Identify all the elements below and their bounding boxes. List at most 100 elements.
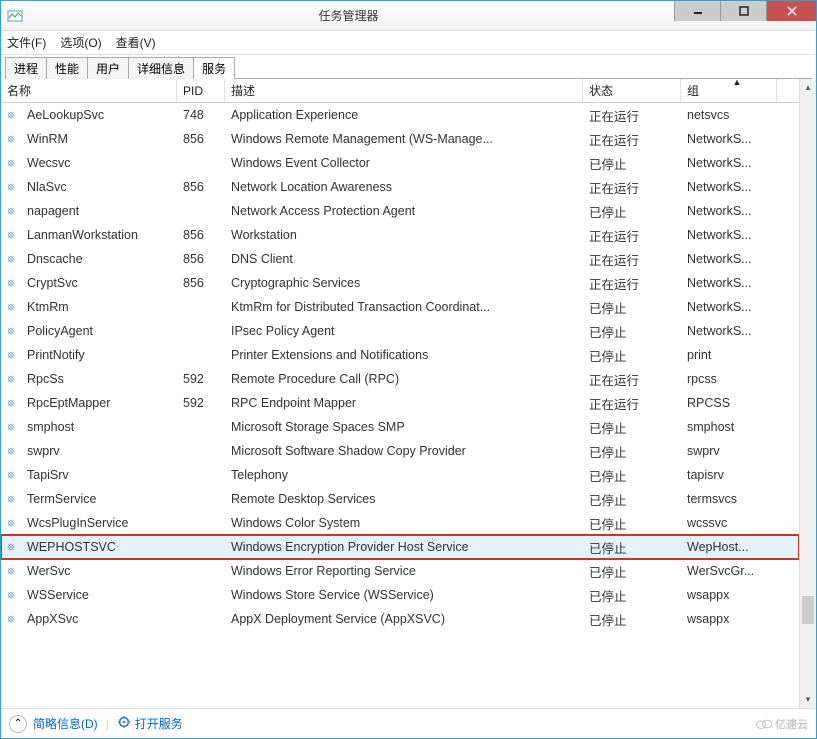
cell-status: 已停止 [583, 490, 681, 509]
cell-group: NetworkS... [681, 324, 777, 338]
cell-desc: KtmRm for Distributed Transaction Coordi… [225, 300, 583, 314]
table-row[interactable]: WerSvcWindows Error Reporting Service已停止… [1, 559, 799, 583]
cell-status: 已停止 [583, 418, 681, 437]
cell-pid: 592 [177, 372, 225, 386]
cell-group: NetworkS... [681, 204, 777, 218]
open-services-link[interactable]: 打开服务 [135, 715, 183, 732]
table-row[interactable]: napagent Network Access Protection Agent已… [1, 199, 799, 223]
cell-status: 正在运行 [583, 394, 681, 413]
tab-services[interactable]: 服务 [193, 57, 235, 79]
cell-status: 正在运行 [583, 250, 681, 269]
table-row[interactable]: TermServiceRemote Desktop Services已停止ter… [1, 487, 799, 511]
table-row[interactable]: RpcEptMapper592RPC Endpoint Mapper正在运行RP… [1, 391, 799, 415]
column-name[interactable]: 名称 [1, 79, 177, 102]
cell-pid: 856 [177, 276, 225, 290]
table-row[interactable]: PolicyAgentIPsec Policy Agent已停止NetworkS… [1, 319, 799, 343]
table-body: AeLookupSvc748Application Experience正在运行… [1, 103, 799, 708]
cell-status: 已停止 [583, 586, 681, 605]
cell-status: 已停止 [583, 298, 681, 317]
cell-name: RpcEptMapper [21, 396, 177, 410]
cell-name: NlaSvc [21, 180, 177, 194]
chevron-up-icon[interactable]: ⌃ [9, 715, 27, 733]
window-controls [674, 1, 816, 30]
cell-group: NetworkS... [681, 132, 777, 146]
brief-info-link[interactable]: 简略信息(D) [33, 715, 98, 732]
column-desc[interactable]: 描述 [225, 79, 583, 102]
scroll-up-icon[interactable]: ▴ [800, 79, 816, 96]
task-manager-window: 任务管理器 文件(F) 选项(O) 查看(V) 进程 性能 用户 详细信息 服务… [0, 0, 817, 739]
cell-name: WSService [21, 588, 177, 602]
column-status[interactable]: 状态 [583, 79, 681, 102]
table-row[interactable]: RpcSs592Remote Procedure Call (RPC)正在运行r… [1, 367, 799, 391]
cell-name: swprv [21, 444, 177, 458]
cell-status: 已停止 [583, 442, 681, 461]
vertical-scrollbar[interactable]: ▴ ▾ [799, 79, 816, 708]
menu-view[interactable]: 查看(V) [116, 34, 156, 51]
cell-desc: IPsec Policy Agent [225, 324, 583, 338]
table-row[interactable]: WSServiceWindows Store Service (WSServic… [1, 583, 799, 607]
table-row[interactable]: smphostMicrosoft Storage Spaces SMP已停止sm… [1, 415, 799, 439]
cell-group: wcssvc [681, 516, 777, 530]
scroll-thumb[interactable] [802, 596, 814, 624]
table-row[interactable]: AeLookupSvc748Application Experience正在运行… [1, 103, 799, 127]
service-icon [1, 276, 21, 290]
scroll-down-icon[interactable]: ▾ [800, 691, 816, 708]
cell-desc: Network Access Protection Agent [225, 204, 583, 218]
cell-desc: Remote Desktop Services [225, 492, 583, 506]
tab-details[interactable]: 详细信息 [128, 57, 194, 79]
service-icon [1, 204, 21, 218]
table-row[interactable]: KtmRm KtmRm for Distributed Transaction C… [1, 295, 799, 319]
column-headers: 名称 PID 描述 状态 组▲ [1, 79, 799, 103]
minimize-button[interactable] [674, 1, 720, 21]
table-row[interactable]: Dnscache856DNS Client正在运行NetworkS... [1, 247, 799, 271]
cell-name: PrintNotify [21, 348, 177, 362]
service-icon [1, 132, 21, 146]
cell-group: smphost [681, 420, 777, 434]
table-row[interactable]: CryptSvc856Cryptographic Services正在运行Net… [1, 271, 799, 295]
table-row[interactable]: WinRM856Windows Remote Management (WS-Ma… [1, 127, 799, 151]
table-row[interactable]: WecsvcWindows Event Collector已停止NetworkS… [1, 151, 799, 175]
table-row[interactable]: NlaSvc856Network Location Awareness正在运行N… [1, 175, 799, 199]
cell-status: 正在运行 [583, 226, 681, 245]
table-row[interactable]: WEPHOSTSVC Windows Encryption Provider Ho… [1, 535, 799, 559]
close-button[interactable] [766, 1, 816, 21]
table-row[interactable]: LanmanWorkstation856Workstation正在运行Netwo… [1, 223, 799, 247]
cell-group: print [681, 348, 777, 362]
tab-performance[interactable]: 性能 [46, 57, 88, 79]
cell-group: netsvcs [681, 108, 777, 122]
cell-group: NetworkS... [681, 300, 777, 314]
column-pid[interactable]: PID [177, 79, 225, 102]
cell-name: KtmRm [21, 300, 177, 314]
maximize-button[interactable] [720, 1, 766, 21]
cell-name: WEPHOSTSVC [21, 540, 177, 554]
cell-group: NetworkS... [681, 252, 777, 266]
scroll-track[interactable] [800, 96, 816, 691]
service-icon [1, 444, 21, 458]
service-icon [1, 492, 21, 506]
cell-desc: Windows Encryption Provider Host Service [225, 540, 583, 554]
tab-users[interactable]: 用户 [87, 57, 129, 79]
cell-group: NetworkS... [681, 180, 777, 194]
tab-processes[interactable]: 进程 [5, 57, 47, 79]
tab-strip: 进程 性能 用户 详细信息 服务 [1, 55, 816, 79]
menu-file[interactable]: 文件(F) [7, 34, 46, 51]
table-row[interactable]: TapiSrvTelephony已停止tapisrv [1, 463, 799, 487]
cell-status: 正在运行 [583, 106, 681, 125]
column-group[interactable]: 组▲ [681, 79, 777, 102]
titlebar[interactable]: 任务管理器 [1, 1, 816, 31]
service-icon [1, 228, 21, 242]
cell-desc: Workstation [225, 228, 583, 242]
service-icon [1, 396, 21, 410]
cell-desc: Windows Remote Management (WS-Manage... [225, 132, 583, 146]
table-row[interactable]: PrintNotifyPrinter Extensions and Notifi… [1, 343, 799, 367]
cell-status: 已停止 [583, 202, 681, 221]
table-row[interactable]: AppXSvcAppX Deployment Service (AppXSVC)… [1, 607, 799, 631]
cell-status: 已停止 [583, 154, 681, 173]
table-row[interactable]: swprvMicrosoft Software Shadow Copy Prov… [1, 439, 799, 463]
table-row[interactable]: WcsPlugInServiceWindows Color System已停止w… [1, 511, 799, 535]
cell-status: 正在运行 [583, 370, 681, 389]
cell-name: napagent [21, 204, 177, 218]
service-icon [1, 372, 21, 386]
cell-status: 正在运行 [583, 274, 681, 293]
menu-options[interactable]: 选项(O) [60, 34, 101, 51]
